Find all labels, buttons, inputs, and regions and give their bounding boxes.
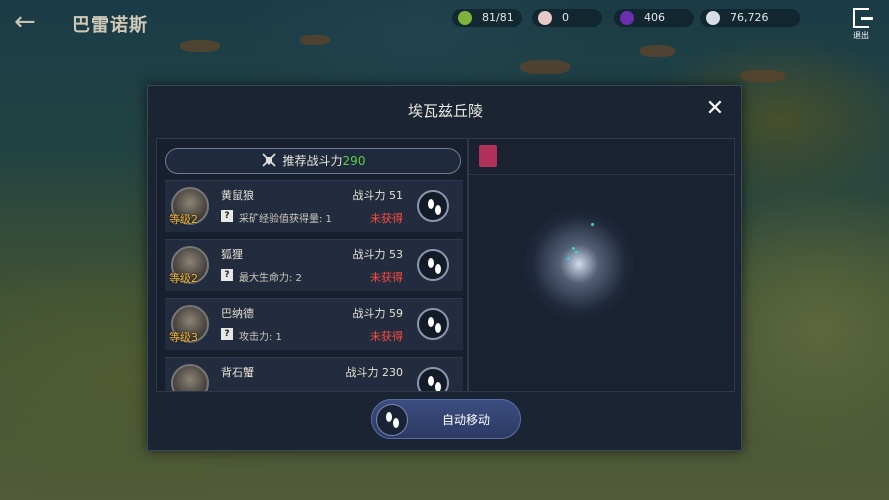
monster-name: 黄鼠狼: [221, 189, 254, 202]
monster-reward: 采矿经验值获得量: 1: [239, 214, 332, 225]
monster-level: 等级3: [169, 331, 198, 344]
area-info-modal: 埃瓦兹丘陵 ✕ 推荐战斗力290 等级2 黄鼠狼 战斗力 51 ? 采矿经验值获…: [147, 85, 742, 451]
monster-row[interactable]: 等级3 巴纳德 战斗力 59 ? 攻击力: 1 未获得: [165, 298, 463, 350]
auto-move-button[interactable]: 自动移动: [371, 399, 521, 439]
monster-name: 狐狸: [221, 248, 243, 261]
exit-label: 退出: [853, 31, 869, 40]
footprint-icon: [435, 382, 441, 391]
exit-door-icon: [853, 8, 873, 28]
monster-dot: [567, 257, 570, 260]
recommended-power-bar: 推荐战斗力290: [165, 148, 461, 174]
monster-dot: [575, 251, 578, 254]
footprint-icon: [393, 418, 399, 428]
reward-status: 未获得: [370, 271, 403, 284]
monster-reward: 最大生命力: 2: [239, 273, 302, 284]
footsteps-icon: [376, 404, 408, 436]
monster-name: 背石蟹: [221, 366, 254, 379]
resource-silver: 76,726: [700, 9, 800, 27]
monster-power: 战斗力 59: [352, 307, 404, 320]
monster-row[interactable]: 等级2 黄鼠狼 战斗力 51 ? 采矿经验值获得量: 1 未获得: [165, 180, 463, 232]
resource-pearl: 0: [532, 9, 602, 27]
footprint-icon: [386, 412, 392, 422]
monster-power: 战斗力 230: [345, 366, 404, 379]
location-glow: [524, 209, 634, 319]
auto-move-label: 自动移动: [441, 413, 490, 427]
monster-level: 等级2: [169, 272, 198, 285]
monster-dot: [591, 223, 594, 226]
footprint-icon: [428, 317, 434, 327]
monster-reward: 攻击力: 1: [239, 332, 282, 343]
monster-avatar: [171, 364, 209, 391]
region-banner-icon: [479, 145, 497, 167]
reward-status: 未获得: [370, 212, 403, 225]
recommend-label: 推荐战斗力: [282, 154, 343, 168]
close-icon[interactable]: ✕: [704, 98, 726, 120]
footprint-icon: [428, 376, 434, 386]
dark-gem-icon: [620, 11, 634, 25]
question-mark-icon: ?: [221, 328, 233, 340]
area-minimap-panel[interactable]: [468, 138, 735, 392]
crossed-swords-shield-icon: [261, 153, 276, 167]
monster-row[interactable]: 等级2 狐狸 战斗力 53 ? 最大生命力: 2 未获得: [165, 239, 463, 291]
resource-value: 406: [644, 11, 665, 24]
question-mark-icon: ?: [221, 210, 233, 222]
footprint-icon: [435, 205, 441, 215]
monster-power: 战斗力 51: [352, 189, 404, 202]
monster-list-panel[interactable]: 推荐战斗力290 等级2 黄鼠狼 战斗力 51 ? 采矿经验值获得量: 1 未获…: [156, 138, 468, 392]
resource-value: 81/81: [482, 11, 514, 24]
resource-value: 0: [562, 11, 569, 24]
resource-value: 76,726: [730, 11, 769, 24]
monster-name: 巴纳德: [221, 307, 254, 320]
footsteps-move-button[interactable]: [417, 367, 449, 391]
reward-status: 未获得: [370, 330, 403, 343]
question-mark-icon: ?: [221, 269, 233, 281]
resource-stamina: 81/81: [452, 9, 522, 27]
footsteps-move-button[interactable]: [417, 190, 449, 222]
pearl-icon: [538, 11, 552, 25]
monster-row[interactable]: 背石蟹 战斗力 230: [165, 357, 463, 391]
monster-level: 等级2: [169, 213, 198, 226]
footprint-icon: [435, 264, 441, 274]
back-arrow-icon[interactable]: ←: [14, 8, 48, 36]
silver-coin-icon: [706, 11, 720, 25]
exit-button[interactable]: 退出: [846, 8, 876, 44]
region-title: 巴雷诺斯: [72, 15, 148, 36]
footsteps-move-button[interactable]: [417, 308, 449, 340]
footsteps-move-button[interactable]: [417, 249, 449, 281]
resource-dark-gem: 406: [614, 9, 694, 27]
footprint-icon: [428, 258, 434, 268]
footprint-icon: [428, 199, 434, 209]
modal-title: 埃瓦兹丘陵: [407, 102, 483, 120]
stamina-icon: [458, 11, 472, 25]
monster-power: 战斗力 53: [352, 248, 404, 261]
monster-dot: [572, 247, 575, 250]
recommend-value: 290: [342, 154, 366, 168]
minimap-header: [469, 139, 734, 175]
footprint-icon: [435, 323, 441, 333]
